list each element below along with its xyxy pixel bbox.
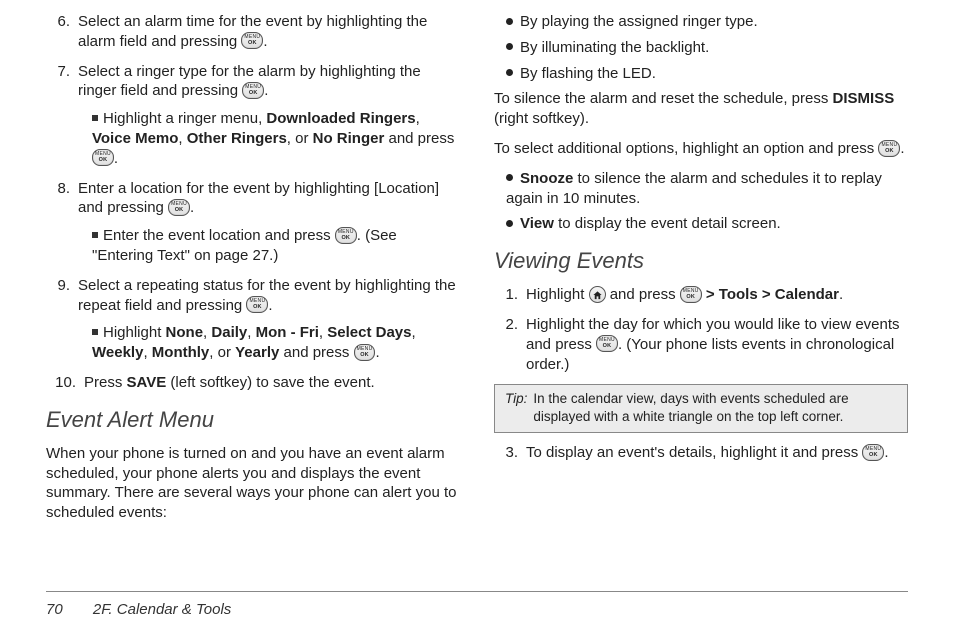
menu-ok-icon: MENUOK bbox=[354, 344, 376, 361]
view-step-1: 1. Highlight and press MENUOK > Tools > … bbox=[494, 285, 908, 305]
step-number: 6. bbox=[46, 12, 70, 52]
sub-item: Enter the event location and press MENUO… bbox=[78, 226, 460, 266]
menu-ok-icon: MENUOK bbox=[878, 140, 900, 157]
step-content: Select an alarm time for the event by hi… bbox=[78, 12, 460, 52]
step-number: 9. bbox=[46, 276, 70, 363]
heading-viewing-events: Viewing Events bbox=[494, 246, 908, 275]
step-8: 8. Enter a location for the event by hig… bbox=[46, 179, 460, 266]
step-content: Highlight and press MENUOK > Tools > Cal… bbox=[526, 285, 908, 305]
view-step-2: 2. Highlight the day for which you would… bbox=[494, 315, 908, 374]
square-bullet-icon bbox=[92, 329, 98, 335]
option-snooze: Snooze to silence the alarm and schedule… bbox=[494, 169, 908, 209]
step-content: Select a ringer type for the alarm by hi… bbox=[78, 62, 460, 169]
menu-ok-icon: MENUOK bbox=[335, 227, 357, 244]
bullet-item: By illuminating the backlight. bbox=[494, 38, 908, 58]
step-content: Enter a location for the event by highli… bbox=[78, 179, 460, 266]
square-bullet-icon bbox=[92, 115, 98, 121]
right-column: By playing the assigned ringer type. By … bbox=[494, 12, 908, 636]
tip-text: In the calendar view, days with events s… bbox=[533, 390, 897, 426]
step-content: Select a repeating status for the event … bbox=[78, 276, 460, 363]
sub-item: Highlight a ringer menu, Downloaded Ring… bbox=[78, 109, 460, 168]
menu-ok-icon: MENUOK bbox=[862, 444, 884, 461]
footer-rule bbox=[46, 591, 908, 592]
step-content: Highlight the day for which you would li… bbox=[526, 315, 908, 374]
home-icon bbox=[589, 286, 606, 303]
dot-icon bbox=[506, 220, 513, 227]
step-number: 8. bbox=[46, 179, 70, 266]
tip-box: Tip: In the calendar view, days with eve… bbox=[494, 384, 908, 433]
step-content: To display an event's details, highlight… bbox=[526, 443, 908, 463]
page: 6. Select an alarm time for the event by… bbox=[0, 0, 954, 636]
bullet-item: By playing the assigned ringer type. bbox=[494, 12, 908, 32]
menu-ok-icon: MENUOK bbox=[92, 149, 114, 166]
gt-icon: > bbox=[706, 286, 715, 303]
left-column: 6. Select an alarm time for the event by… bbox=[46, 12, 460, 636]
menu-ok-icon: MENUOK bbox=[168, 199, 190, 216]
page-number: 70 bbox=[46, 601, 63, 618]
step-number: 10. bbox=[46, 373, 76, 393]
additional-options-text: To select additional options, highlight … bbox=[494, 139, 908, 159]
dot-icon bbox=[506, 43, 513, 50]
heading-event-alert-menu: Event Alert Menu bbox=[46, 405, 460, 434]
sub-item: Highlight None, Daily, Mon - Fri, Select… bbox=[78, 323, 460, 363]
event-alert-intro: When your phone is turned on and you hav… bbox=[46, 444, 460, 523]
view-step-3: 3. To display an event's details, highli… bbox=[494, 443, 908, 463]
menu-ok-icon: MENUOK bbox=[596, 335, 618, 352]
bullet-item: By flashing the LED. bbox=[494, 64, 908, 84]
step-9: 9. Select a repeating status for the eve… bbox=[46, 276, 460, 363]
step-number: 7. bbox=[46, 62, 70, 169]
menu-ok-icon: MENUOK bbox=[680, 286, 702, 303]
option-view: View to display the event detail screen. bbox=[494, 214, 908, 234]
step-number: 3. bbox=[494, 443, 518, 463]
step-10: 10. Press SAVE (left softkey) to save th… bbox=[46, 373, 460, 393]
instruction-list: 6. Select an alarm time for the event by… bbox=[46, 12, 460, 393]
step-content: Press SAVE (left softkey) to save the ev… bbox=[84, 373, 460, 393]
step-7: 7. Select a ringer type for the alarm by… bbox=[46, 62, 460, 169]
viewing-steps: 1. Highlight and press MENUOK > Tools > … bbox=[494, 285, 908, 374]
step-number: 1. bbox=[494, 285, 518, 305]
square-bullet-icon bbox=[92, 232, 98, 238]
gt-icon: > bbox=[762, 286, 771, 303]
silence-alarm-text: To silence the alarm and reset the sched… bbox=[494, 89, 908, 129]
viewing-steps-cont: 3. To display an event's details, highli… bbox=[494, 443, 908, 463]
dot-icon bbox=[506, 18, 513, 25]
menu-ok-icon: MENUOK bbox=[246, 296, 268, 313]
menu-ok-icon: MENUOK bbox=[241, 32, 263, 49]
dot-icon bbox=[506, 69, 513, 76]
menu-ok-icon: MENUOK bbox=[242, 82, 264, 99]
tip-label: Tip: bbox=[505, 390, 527, 426]
page-footer: 70 2F. Calendar & Tools bbox=[46, 601, 231, 618]
dot-icon bbox=[506, 174, 513, 181]
section-title: 2F. Calendar & Tools bbox=[93, 601, 231, 618]
step-6: 6. Select an alarm time for the event by… bbox=[46, 12, 460, 52]
step-number: 2. bbox=[494, 315, 518, 374]
